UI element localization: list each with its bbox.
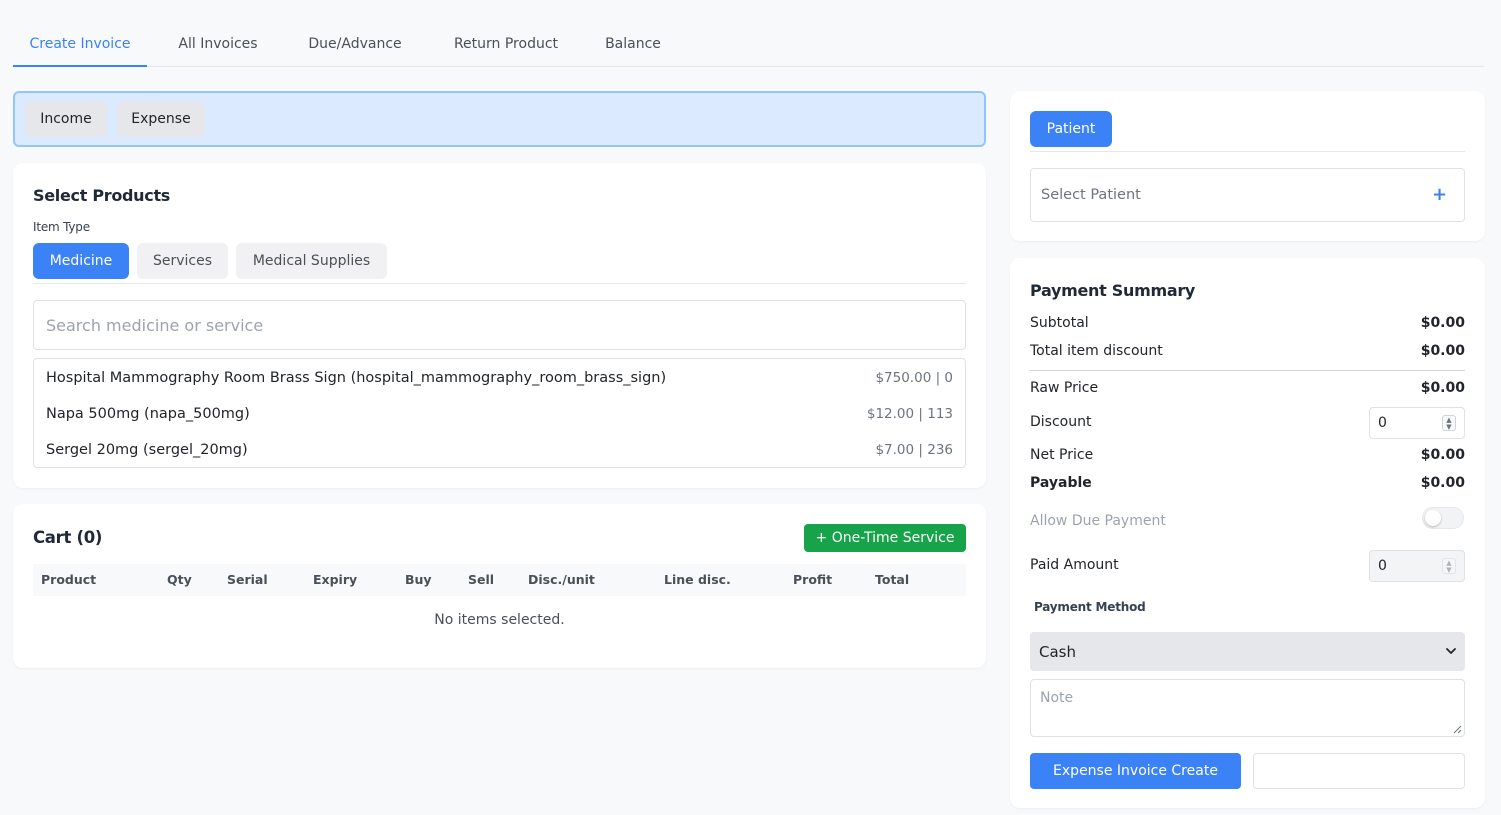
note-textarea[interactable]: Note	[1030, 679, 1465, 737]
column-header: Profit	[793, 572, 833, 587]
expense-invoice-create-button[interactable]: Expense Invoice Create	[1030, 753, 1241, 789]
divider	[1030, 370, 1465, 371]
payment-method-select[interactable]: Cash	[1030, 632, 1465, 671]
one-time-service-button[interactable]: + One-Time Service	[804, 524, 966, 552]
product-price-stock: $12.00 | 113	[866, 406, 953, 422]
item-type-label: Item Type	[33, 220, 90, 234]
tab-all-invoices[interactable]: All Invoices	[165, 22, 271, 66]
discount-input[interactable]: 0 ▲ ▼	[1369, 407, 1465, 439]
raw-price-value: $0.00	[1420, 380, 1465, 396]
paid-amount-input[interactable]: 0 ▲ ▼	[1369, 550, 1465, 582]
discount-label: Discount	[1030, 414, 1092, 430]
product-name: Napa 500mg (napa_500mg)	[46, 406, 250, 422]
item-type-services[interactable]: Services	[137, 243, 228, 279]
resize-grip-icon[interactable]	[1453, 725, 1462, 734]
expense-button[interactable]: Expense	[117, 101, 205, 137]
column-header: Qty	[167, 572, 192, 587]
column-header: Line disc.	[664, 572, 731, 587]
tab-create-invoice[interactable]: Create Invoice	[13, 22, 147, 67]
divider	[33, 283, 966, 284]
invoice-tabs: Create Invoice All Invoices Due/Advance …	[13, 22, 1484, 67]
column-header: Disc./unit	[528, 572, 595, 587]
column-header: Expiry	[313, 572, 358, 587]
net-price-value: $0.00	[1420, 447, 1465, 463]
allow-due-label: Allow Due Payment	[1030, 513, 1166, 529]
product-name: Sergel 20mg (sergel_20mg)	[46, 442, 248, 458]
column-header: Serial	[227, 572, 268, 587]
subtotal-label: Subtotal	[1030, 315, 1089, 331]
cart-empty-message: No items selected.	[434, 612, 565, 628]
select-products-title: Select Products	[33, 186, 171, 205]
product-results-list: Hospital Mammography Room Brass Sign (ho…	[33, 358, 966, 468]
payment-summary-title: Payment Summary	[1030, 281, 1196, 300]
number-spinner-icon[interactable]: ▲ ▼	[1442, 558, 1456, 574]
net-price-label: Net Price	[1030, 447, 1094, 463]
select-patient-placeholder: Select Patient	[1041, 187, 1141, 203]
item-type-medical-supplies[interactable]: Medical Supplies	[236, 243, 387, 279]
payment-method-value: Cash	[1039, 642, 1076, 661]
allow-due-toggle[interactable]	[1422, 507, 1464, 529]
patient-tab[interactable]: Patient	[1030, 111, 1112, 147]
tab-due-advance[interactable]: Due/Advance	[293, 22, 417, 66]
item-discount-label: Total item discount	[1030, 343, 1163, 359]
list-item[interactable]: Sergel 20mg (sergel_20mg) $7.00 | 236	[34, 432, 965, 468]
divider	[1030, 151, 1465, 152]
plus-icon[interactable]: +	[1432, 184, 1447, 205]
product-price-stock: $7.00 | 236	[875, 442, 953, 458]
subtotal-value: $0.00	[1420, 315, 1465, 331]
select-patient-input[interactable]: Select Patient	[1030, 168, 1465, 222]
cart-table-header: Product Qty Serial Expiry Buy Sell Disc.…	[33, 564, 966, 596]
tab-return-product[interactable]: Return Product	[441, 22, 571, 66]
column-header: Product	[41, 572, 97, 587]
paid-amount-label: Paid Amount	[1030, 557, 1119, 573]
list-item[interactable]: Hospital Mammography Room Brass Sign (ho…	[34, 360, 965, 396]
tab-balance[interactable]: Balance	[595, 22, 671, 66]
product-search-input[interactable]: Search medicine or service	[33, 300, 966, 350]
income-button[interactable]: Income	[25, 101, 107, 137]
column-header: Total	[875, 572, 910, 587]
paid-amount-value: 0	[1378, 558, 1387, 574]
invoice-type-bar: Income Expense	[13, 91, 986, 147]
product-name: Hospital Mammography Room Brass Sign (ho…	[46, 370, 667, 386]
cart-title: Cart (0)	[33, 528, 103, 547]
item-type-medicine[interactable]: Medicine	[33, 243, 129, 279]
column-header: Buy	[405, 572, 432, 587]
chevron-down-icon	[1446, 648, 1456, 654]
item-discount-value: $0.00	[1420, 343, 1465, 359]
number-spinner-icon[interactable]: ▲ ▼	[1442, 415, 1456, 431]
toggle-knob	[1425, 510, 1441, 526]
payable-value: $0.00	[1420, 475, 1465, 491]
blank-input[interactable]	[1253, 753, 1465, 789]
column-header: Sell	[468, 572, 495, 587]
list-item[interactable]: Napa 500mg (napa_500mg) $12.00 | 113	[34, 396, 965, 432]
discount-value: 0	[1378, 415, 1387, 431]
payment-method-label: Payment Method	[1034, 600, 1146, 614]
payable-label: Payable	[1030, 475, 1092, 491]
raw-price-label: Raw Price	[1030, 380, 1099, 396]
note-placeholder: Note	[1040, 690, 1074, 706]
product-price-stock: $750.00 | 0	[875, 370, 953, 386]
